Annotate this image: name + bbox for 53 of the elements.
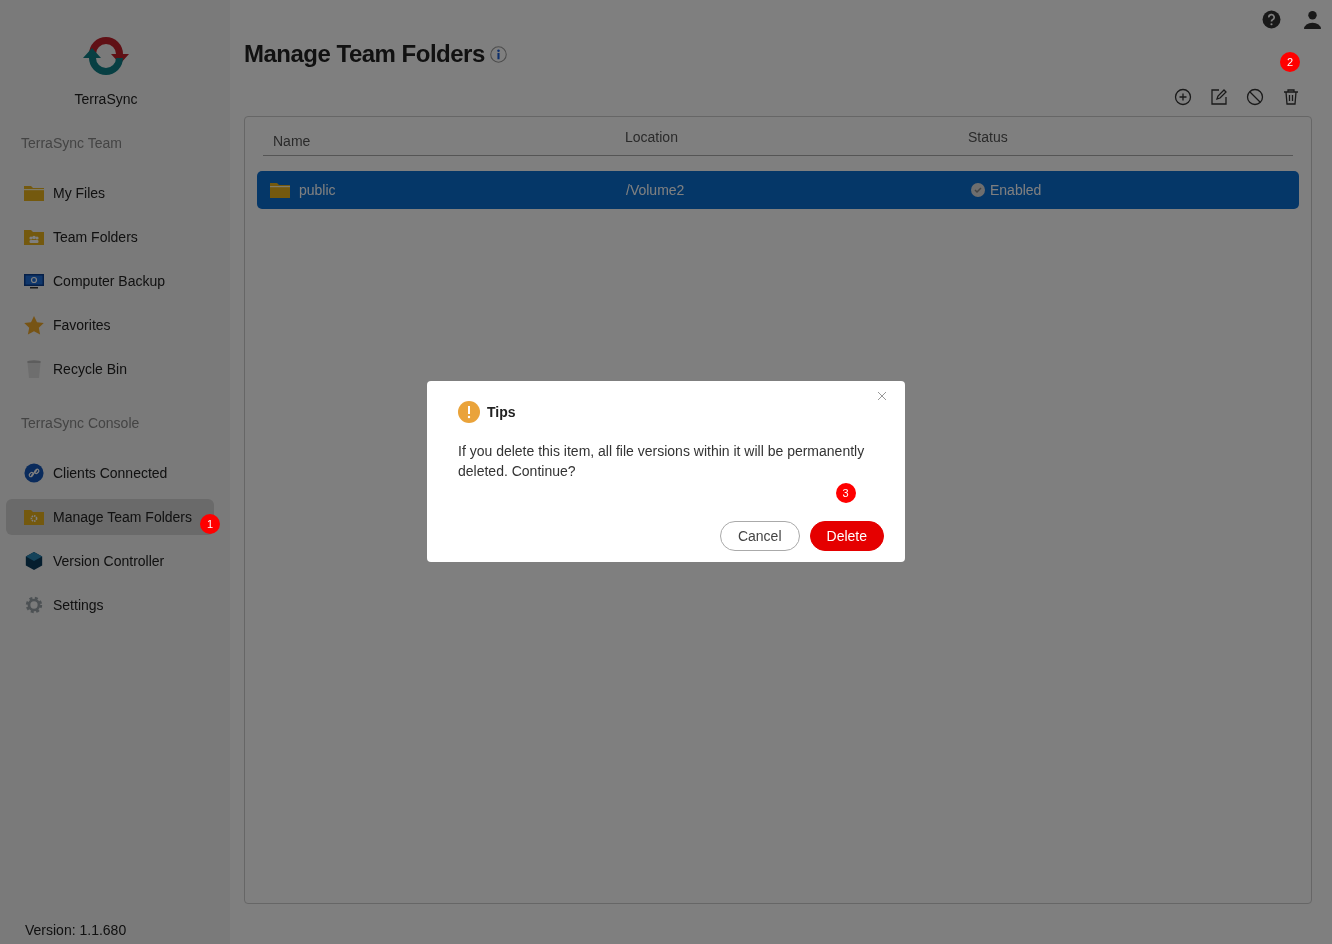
folder-name: public — [299, 182, 336, 198]
sidebar-item[interactable]: Version Controller — [6, 543, 214, 579]
sidebar-item-label: Team Folders — [53, 229, 138, 245]
warning-icon — [458, 401, 480, 423]
sidebar-item[interactable]: Team Folders — [6, 219, 214, 255]
sidebar-item-label: Recycle Bin — [53, 361, 127, 377]
check-circle-icon — [971, 183, 985, 197]
page-title: Manage Team Folders — [244, 40, 485, 68]
trash-icon[interactable] — [1282, 88, 1300, 106]
sidebar-item[interactable]: Favorites — [6, 307, 214, 343]
sidebar-item[interactable]: Settings — [6, 587, 214, 623]
sidebar-item-label: Manage Team Folders — [53, 509, 193, 525]
step-badge: 1 — [200, 514, 220, 534]
delete-button[interactable]: Delete — [809, 521, 884, 551]
folder-icon — [23, 183, 45, 203]
sidebar-item-label: Clients Connected — [53, 465, 168, 481]
brand-name: TerraSync — [74, 91, 138, 107]
sidebar-item-label: Version Controller — [53, 553, 165, 569]
help-icon[interactable] — [1262, 10, 1281, 29]
step-badge: 2 — [1280, 52, 1300, 72]
sidebar-item-label: My Files — [53, 185, 106, 201]
user-icon[interactable] — [1303, 10, 1322, 29]
gear-icon — [23, 595, 45, 615]
column-header: Location — [625, 129, 679, 147]
disable-icon[interactable] — [1246, 88, 1264, 106]
monitor-icon — [23, 271, 45, 291]
cube-icon — [23, 551, 45, 571]
status-cell: Enabled — [990, 182, 1042, 198]
star-icon — [23, 315, 45, 335]
sidebar-item[interactable]: Clients Connected — [6, 455, 214, 491]
info-icon[interactable] — [489, 45, 507, 63]
location-cell-text: /Volume2 — [626, 182, 686, 198]
column-header: Status — [968, 129, 1009, 147]
team-folder-icon — [23, 227, 45, 247]
step-badge: 3 — [835, 483, 856, 503]
column-header: Name — [273, 132, 312, 149]
sidebar-item[interactable]: My Files — [6, 175, 214, 211]
sidebar-item-label: Settings — [53, 597, 104, 613]
table-row[interactable]: public /Volume2 Enabled — [257, 171, 1299, 209]
edit-icon[interactable] — [1210, 88, 1228, 106]
version-label: Version: 1.1.680 — [24, 922, 128, 940]
sidebar-item[interactable]: Recycle Bin — [6, 351, 214, 387]
link-icon — [23, 463, 45, 483]
sidebar-item[interactable]: Computer Backup — [6, 263, 214, 299]
dialog-message: If you delete this item, all file versions within it will be permanently deleted. Continue? — [458, 442, 866, 481]
sidebar-item-label: Favorites — [53, 317, 111, 333]
cancel-button[interactable]: Cancel — [719, 521, 800, 551]
close-icon[interactable] — [877, 391, 887, 401]
gear-folder-icon — [23, 507, 45, 527]
add-icon[interactable] — [1174, 88, 1192, 106]
folder-icon — [269, 180, 291, 200]
dialog-title: Tips — [487, 404, 516, 420]
sidebar-item-label: Computer Backup — [53, 273, 166, 289]
